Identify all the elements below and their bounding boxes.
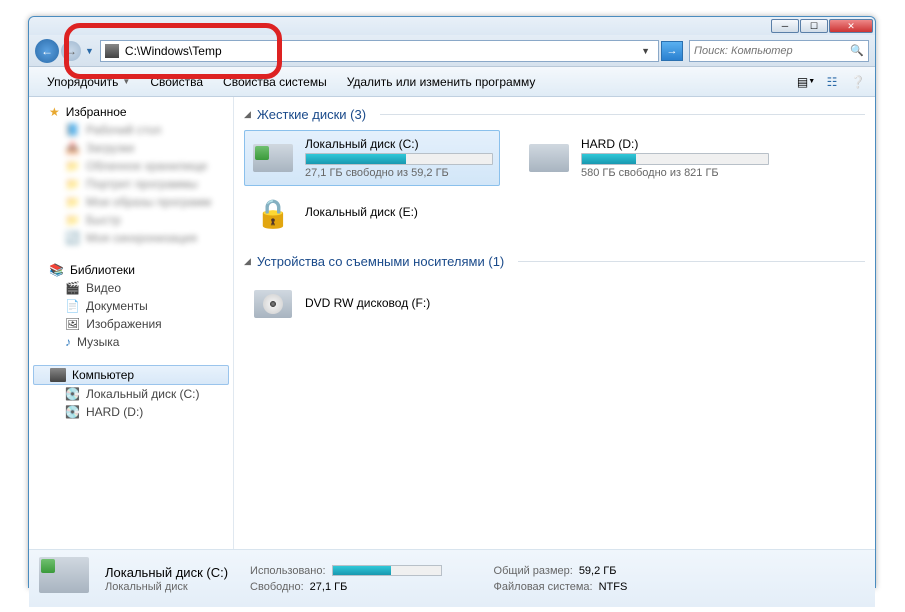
search-input[interactable]	[694, 45, 850, 57]
back-button[interactable]: ←	[35, 39, 59, 63]
properties-button[interactable]: Свойства	[140, 71, 213, 93]
sidebar-item-6[interactable]: 🔄Моя синхронизация	[29, 229, 233, 247]
dvd-icon	[254, 290, 292, 318]
drive-icon: 💽	[65, 405, 80, 419]
hdd-icon	[529, 144, 569, 172]
drive-d[interactable]: HARD (D:) 580 ГБ свободно из 821 ГБ	[520, 130, 776, 186]
hdd-icon	[253, 144, 293, 172]
navigation-pane: ★ Избранное 📘Рабочий стол 📥Загрузки 📁Обл…	[29, 97, 234, 549]
minimize-button[interactable]: ─	[771, 19, 799, 33]
help-icon[interactable]: ❔	[849, 74, 867, 90]
details-subtitle: Локальный диск	[105, 581, 228, 593]
sidebar-item-downloads[interactable]: 📥Загрузки	[29, 139, 233, 157]
sidebar-item-pictures[interactable]: 🖼Изображения	[29, 315, 233, 333]
details-title: Локальный диск (C:)	[105, 565, 228, 580]
search-box[interactable]: 🔍	[689, 40, 869, 62]
nav-bar: ← → ▼ ▼ → 🔍	[29, 35, 875, 67]
drive-e[interactable]: 🔒 Локальный диск (E:)	[244, 186, 500, 240]
view-options-icon[interactable]: ▤▼	[797, 74, 815, 90]
sidebar-item-video[interactable]: 🎬Видео	[29, 279, 233, 297]
sidebar-item-documents[interactable]: 📄Документы	[29, 297, 233, 315]
go-button[interactable]: →	[661, 41, 683, 61]
nav-history-dropdown[interactable]: ▼	[85, 46, 94, 56]
computer-header[interactable]: Компьютер	[33, 365, 229, 385]
content-area: ★ Избранное 📘Рабочий стол 📥Загрузки 📁Обл…	[29, 97, 875, 549]
sidebar-item-music[interactable]: ♪Музыка	[29, 333, 233, 351]
libraries-icon: 📚	[49, 263, 64, 277]
forward-button[interactable]: →	[61, 41, 81, 61]
drive-f-dvd[interactable]: DVD RW дисковод (F:)	[244, 277, 500, 331]
preview-pane-icon[interactable]: ☷	[823, 74, 841, 90]
sidebar-item-3[interactable]: 📁Портрет программы	[29, 175, 233, 193]
organize-menu[interactable]: Упорядочить▼	[37, 71, 140, 93]
sidebar-item-4[interactable]: 📁Мои образы программ	[29, 193, 233, 211]
sidebar-item-desktop[interactable]: 📘Рабочий стол	[29, 121, 233, 139]
document-icon: 📄	[65, 299, 80, 313]
hdd-icon	[39, 557, 89, 593]
usage-bar	[306, 154, 406, 164]
maximize-button[interactable]: ☐	[800, 19, 828, 33]
computer-icon	[50, 368, 66, 382]
system-properties-button[interactable]: Свойства системы	[213, 71, 337, 93]
drive-c[interactable]: Локальный диск (C:) 27,1 ГБ свободно из …	[244, 130, 500, 186]
computer-icon	[105, 44, 119, 58]
main-content: ◢ Жесткие диски (3) Локальный диск (C:) …	[234, 97, 875, 549]
video-icon: 🎬	[65, 281, 80, 295]
picture-icon: 🖼	[65, 317, 80, 331]
music-icon: ♪	[65, 335, 71, 349]
sidebar-item-cloud[interactable]: 📁Облачное хранилище	[29, 157, 233, 175]
lock-icon: 🔒	[256, 197, 291, 230]
titlebar: ─ ☐ ✕	[29, 17, 875, 35]
details-pane: Локальный диск (C:) Локальный диск Испол…	[29, 549, 875, 607]
address-bar[interactable]: ▼	[100, 40, 659, 62]
sidebar-item-drive-d[interactable]: 💽HARD (D:)	[29, 403, 233, 421]
uninstall-button[interactable]: Удалить или изменить программу	[337, 71, 546, 93]
usage-bar	[582, 154, 636, 164]
search-icon: 🔍	[850, 44, 864, 58]
sidebar-item-drive-c[interactable]: 💽Локальный диск (C:)	[29, 385, 233, 403]
drive-icon: 💽	[65, 387, 80, 401]
sidebar-item-5[interactable]: 📁Быстр	[29, 211, 233, 229]
collapse-icon: ◢	[244, 109, 251, 120]
section-removable[interactable]: ◢ Устройства со съемными носителями (1)	[244, 254, 865, 269]
libraries-header[interactable]: 📚 Библиотеки	[29, 261, 233, 279]
star-icon: ★	[49, 105, 60, 119]
favorites-header[interactable]: ★ Избранное	[29, 103, 233, 121]
address-dropdown[interactable]: ▼	[637, 46, 654, 56]
address-input[interactable]	[125, 44, 637, 58]
section-hard-drives[interactable]: ◢ Жесткие диски (3)	[244, 107, 865, 122]
close-button[interactable]: ✕	[829, 19, 873, 33]
collapse-icon: ◢	[244, 256, 251, 267]
toolbar: Упорядочить▼ Свойства Свойства системы У…	[29, 67, 875, 97]
explorer-window: ─ ☐ ✕ ← → ▼ ▼ → 🔍 Упорядочить▼ Свойства …	[28, 16, 876, 588]
